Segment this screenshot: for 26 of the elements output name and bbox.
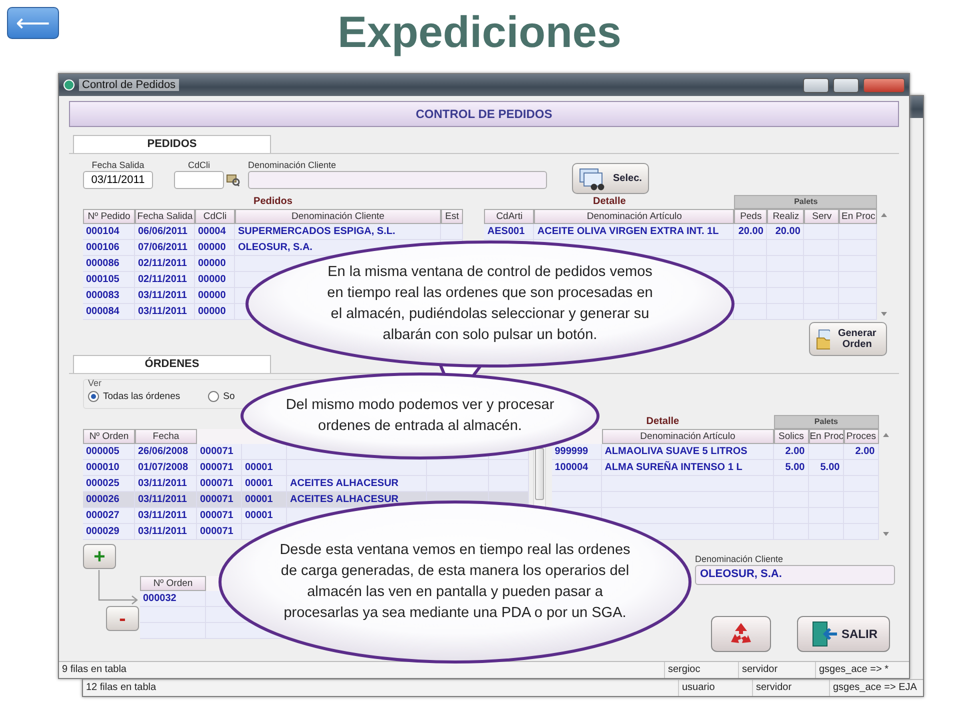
status-text: servidor <box>742 664 778 675</box>
form-header: CONTROL DE PEDIDOS <box>69 101 899 127</box>
status-text: usuario <box>682 682 715 693</box>
field-label: Fecha Salida <box>92 160 144 171</box>
status-text: sergioc <box>668 664 700 675</box>
table-cell: 00000 <box>195 304 235 320</box>
column-group-header: Palets <box>734 195 878 209</box>
status-text: 9 filas en tabla <box>62 664 126 675</box>
column-group-header: Palets <box>774 415 879 429</box>
table-caption: Pedidos <box>254 196 292 207</box>
status-text: gsges_ace => EJA <box>833 682 917 693</box>
field-label: Denominación Cliente <box>695 554 784 565</box>
field-label: CdCli <box>188 160 210 171</box>
table-cell: 03/11/2011 <box>135 304 195 320</box>
table-cell: 000084 <box>83 304 135 320</box>
table-caption: Detalle <box>646 416 680 427</box>
table-cell: 03/11/2011 <box>135 524 197 540</box>
status-text: servidor <box>756 682 792 693</box>
table-caption: Detalle <box>592 196 626 207</box>
window-title: Control de Pedidos <box>79 79 179 91</box>
table-cell: 000071 <box>197 524 242 540</box>
slide-title: Expediciones <box>336 8 622 58</box>
table-cell: 000029 <box>83 524 135 540</box>
status-text: gsges_ace => * <box>819 664 888 675</box>
field-label: Denominación Cliente <box>248 160 338 171</box>
status-text: 12 filas en tabla <box>86 682 156 693</box>
